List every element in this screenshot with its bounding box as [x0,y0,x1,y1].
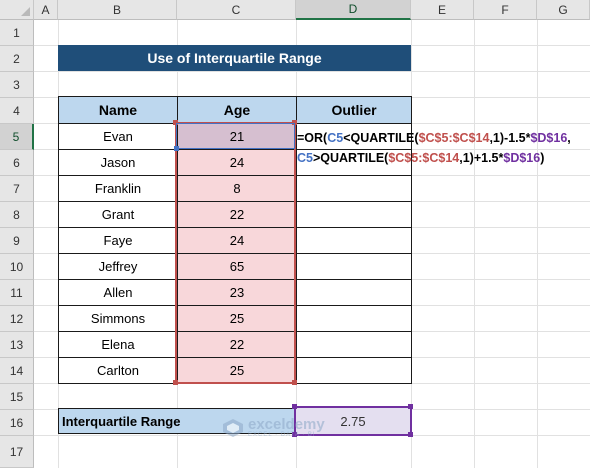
formula-token: ,1)+1.5* [459,151,504,165]
row-header[interactable]: 8 [0,202,34,228]
cell-age[interactable]: 25 [177,305,297,332]
formula-ref-range: $C$5:$C$14 [388,151,460,165]
column-header-b[interactable]: B [58,0,177,20]
column-header-a[interactable]: A [34,0,58,20]
column-header-e[interactable]: E [411,0,474,20]
cell-age[interactable]: 24 [177,149,297,176]
row-header[interactable]: 17 [0,436,34,468]
cell-age[interactable]: 25 [177,357,297,384]
cell-age[interactable]: 24 [177,227,297,254]
row-header[interactable]: 6 [0,150,34,176]
formula-token: >QUARTILE( [312,151,389,165]
row-header[interactable]: 3 [0,72,34,98]
cell-outlier[interactable] [296,201,412,228]
column-header-f[interactable]: F [474,0,537,20]
range-handle[interactable] [292,380,297,385]
cell-name[interactable]: Jeffrey [58,253,178,280]
cell-name[interactable]: Grant [58,201,178,228]
cell-reference-handle[interactable] [174,146,179,151]
column-header-c[interactable]: C [177,0,296,20]
formula-token: =OR( [297,131,328,145]
cell-name[interactable]: Franklin [58,175,178,202]
cell-outlier[interactable] [296,331,412,358]
row-header[interactable]: 14 [0,358,34,384]
row-header[interactable]: 12 [0,306,34,332]
cell-age[interactable]: 23 [177,279,297,306]
gridline [34,71,590,72]
cell-name[interactable]: Elena [58,331,178,358]
row-header[interactable]: 15 [0,384,34,410]
formula-ref-range: $C$5:$C$14 [418,131,490,145]
row-header[interactable]: 7 [0,176,34,202]
exceldemy-logo-icon [223,419,243,437]
formula-ref-c5: C5 [327,131,344,145]
gridline [474,20,475,468]
header-outlier[interactable]: Outlier [296,96,412,124]
iqr-reference-handle[interactable] [408,404,413,409]
row-header[interactable]: 10 [0,254,34,280]
row-header[interactable]: 5 [0,124,34,150]
cell-name[interactable]: Jason [58,149,178,176]
watermark-text: exceldemy EXCEL · DATA · BI [248,416,325,438]
range-handle[interactable] [173,380,178,385]
formula-line-2: C5>QUARTILE($C$5:$C$14,1)+1.5*$D$16) [297,148,571,168]
formula-token: ) [540,151,545,165]
iqr-reference-handle[interactable] [408,432,413,437]
cell-outlier[interactable] [296,279,412,306]
cell-name[interactable]: Evan [58,123,178,150]
gridline [537,20,538,468]
formula-token: <QUARTILE( [343,131,419,145]
select-all-corner[interactable] [0,0,34,20]
watermark-brand: exceldemy [248,416,325,433]
formula-token: , [567,131,571,145]
iqr-reference-handle[interactable] [292,404,297,409]
column-header-d[interactable]: D [296,0,411,20]
cell-outlier[interactable] [296,253,412,280]
sheet-title[interactable]: Use of Interquartile Range [58,45,411,71]
cell-age[interactable]: 8 [177,175,297,202]
cell-name[interactable]: Allen [58,279,178,306]
row-header[interactable]: 4 [0,98,34,124]
formula-ref-d16: $D$16 [503,151,541,165]
header-age[interactable]: Age [177,96,297,124]
cell-outlier[interactable] [296,175,412,202]
range-handle[interactable] [173,120,178,125]
watermark-tagline: EXCEL · DATA · BI [248,432,316,438]
cell-age[interactable]: 65 [177,253,297,280]
cell-age[interactable]: 21 [177,123,297,150]
row-header[interactable]: 9 [0,228,34,254]
cell-outlier[interactable] [296,357,412,384]
cell-age[interactable]: 22 [177,331,297,358]
formula-editor[interactable]: =OR(C5<QUARTILE($C$5:$C$14,1)-1.5*$D$16,… [297,128,571,168]
column-header-g[interactable]: G [537,0,590,20]
row-header[interactable]: 13 [0,332,34,358]
formula-token: ,1)-1.5* [489,131,531,145]
row-header[interactable]: 1 [0,20,34,46]
cell-outlier[interactable] [296,305,412,332]
cell-outlier[interactable] [296,227,412,254]
formula-line-1: =OR(C5<QUARTILE($C$5:$C$14,1)-1.5*$D$16, [297,128,571,148]
watermark: exceldemy EXCEL · DATA · BI [222,416,325,438]
header-name[interactable]: Name [58,96,178,124]
cell-age[interactable]: 22 [177,201,297,228]
cell-name[interactable]: Simmons [58,305,178,332]
cell-name[interactable]: Faye [58,227,178,254]
row-header[interactable]: 11 [0,280,34,306]
cell-name[interactable]: Carlton [58,357,178,384]
formula-ref-c5: C5 [297,151,313,165]
formula-ref-d16: $D$16 [530,131,568,145]
range-handle[interactable] [292,120,297,125]
row-header[interactable]: 16 [0,410,34,436]
row-header[interactable]: 2 [0,46,34,72]
